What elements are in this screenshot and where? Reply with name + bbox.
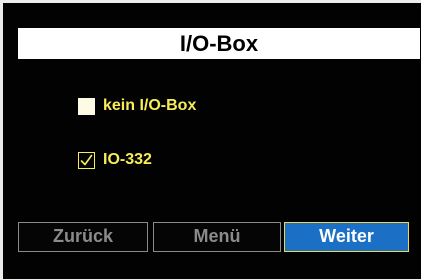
next-button[interactable]: Weiter [284, 222, 409, 252]
display-screen: I/O-Box kein I/O-Box IO-332 Zurück Menü … [3, 3, 421, 279]
option-io-332[interactable]: IO-332 [78, 150, 152, 170]
back-button[interactable]: Zurück [18, 222, 148, 252]
checkbox-kein-io-box[interactable] [78, 97, 95, 115]
checkmark-icon [80, 154, 93, 165]
menu-button[interactable]: Menü [153, 222, 281, 252]
option-kein-io-box[interactable]: kein I/O-Box [78, 96, 196, 116]
option-label-kein-io-box: kein I/O-Box [103, 97, 197, 114]
checkbox-io-332[interactable] [78, 151, 95, 169]
page-title: I/O-Box [18, 28, 420, 59]
device-bezel: I/O-Box kein I/O-Box IO-332 Zurück Menü … [0, 0, 421, 280]
option-label-io-332: IO-332 [103, 151, 152, 168]
